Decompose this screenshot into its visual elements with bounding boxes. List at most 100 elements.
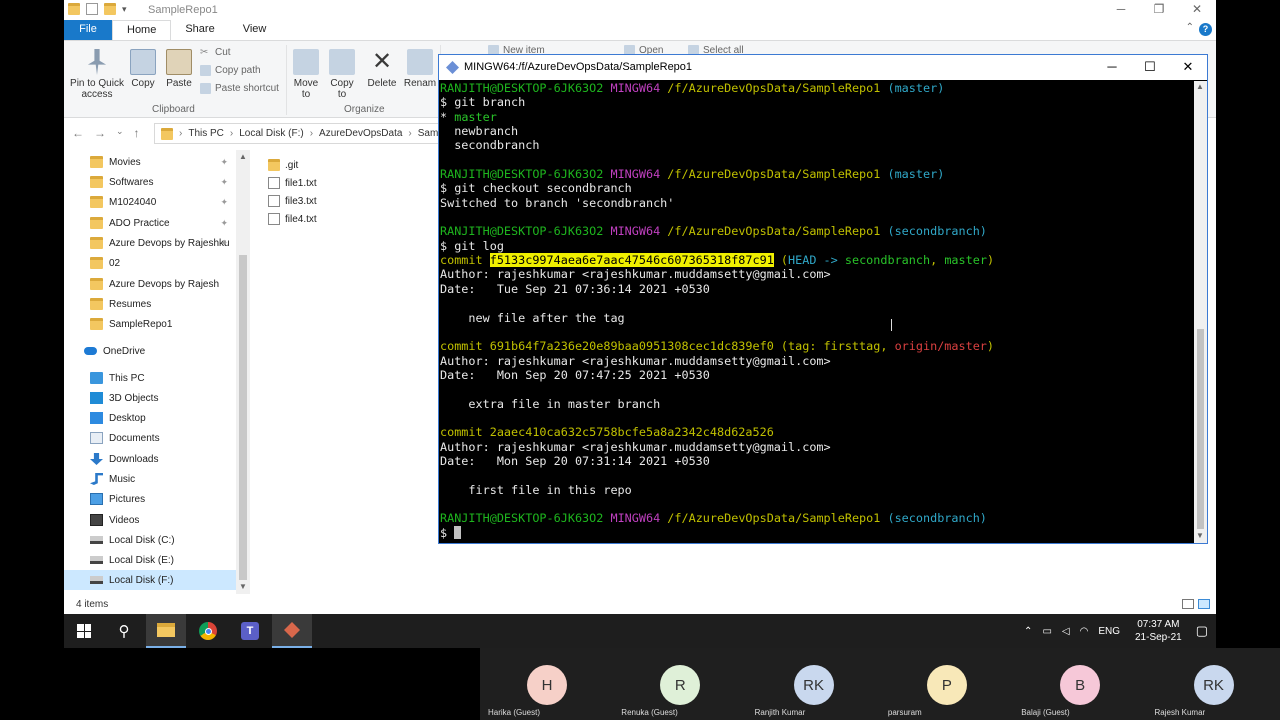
participant-tile[interactable]: RK Rajesh Kumar (1147, 648, 1280, 720)
status-bar: 4 items (64, 596, 1216, 614)
show-hidden-icons-icon[interactable]: ⌃ (1024, 626, 1032, 637)
terminal-output[interactable]: RANJITH@DESKTOP-6JK63O2 MINGW64 /f/Azure… (440, 81, 1193, 543)
close-icon[interactable]: ✕ (1169, 55, 1207, 80)
minimize-icon[interactable]: ─ (1093, 55, 1131, 80)
participant-tile[interactable]: R Renuka (Guest) (613, 648, 746, 720)
collapse-ribbon-icon[interactable]: ⌃ (1186, 22, 1194, 33)
cut-button[interactable]: ✂ Cut (200, 47, 231, 58)
terminal-scroll-thumb[interactable] (1197, 329, 1204, 529)
maximize-icon[interactable]: ☐ (1131, 55, 1169, 80)
search-button[interactable]: ⚲ (104, 614, 144, 648)
breadcrumb-samplerepo[interactable]: Sam (418, 128, 439, 139)
file-list-item[interactable]: file4.txt (268, 210, 317, 228)
terminal-text: MINGW64 (610, 511, 668, 526)
battery-icon[interactable]: ▭ (1042, 626, 1051, 637)
taskbar-git-bash[interactable] (272, 614, 312, 648)
address-bar[interactable]: › This PC › Local Disk (F:) › AzureDevOp… (154, 123, 444, 144)
notifications-icon[interactable]: ▢ (1196, 623, 1208, 639)
copy-icon (130, 49, 156, 75)
copy-path-button[interactable]: Copy path (200, 65, 261, 76)
paste-button[interactable]: Paste (164, 49, 194, 89)
delete-button[interactable]: ✕ Delete (364, 49, 400, 90)
nav-item[interactable]: This PC (64, 368, 236, 388)
wifi-icon[interactable]: ◠ (1080, 626, 1089, 637)
file-list-item[interactable]: file3.txt (268, 192, 317, 210)
nav-item[interactable]: Movies ✦ (64, 152, 236, 172)
file-list-item[interactable]: .git (268, 156, 317, 174)
minimize-icon[interactable]: ─ (1102, 0, 1140, 20)
scroll-up-icon[interactable]: ▲ (239, 152, 247, 161)
large-icons-view-icon[interactable] (1198, 599, 1210, 609)
nav-item[interactable]: OneDrive (64, 341, 236, 361)
scroll-down-icon[interactable]: ▼ (239, 582, 247, 591)
nav-item[interactable]: Local Disk (E:) (64, 550, 236, 570)
tab-home[interactable]: Home (112, 20, 172, 40)
nav-item[interactable]: Desktop (64, 408, 236, 428)
participant-tile[interactable]: Pparsuram (880, 648, 1013, 720)
copy-button[interactable]: Copy (128, 49, 158, 89)
details-view-icon[interactable] (1182, 599, 1194, 609)
nav-item[interactable]: Videos (64, 510, 236, 530)
properties-icon[interactable] (86, 3, 98, 15)
scroll-down-icon[interactable]: ▼ (1196, 531, 1204, 540)
new-folder-icon[interactable] (104, 3, 116, 15)
participant-tile[interactable]: B Balaji (Guest) (1013, 648, 1146, 720)
nav-item-label: Azure Devops by Rajeshku (109, 237, 230, 249)
help-icon[interactable]: ? (1199, 23, 1212, 36)
nav-item[interactable]: Local Disk (C:) (64, 530, 236, 550)
terminal-text: HEAD -> (788, 253, 845, 268)
breadcrumb-azuredevopsdata[interactable]: AzureDevOpsData (319, 128, 402, 139)
terminal-text: f5133c9974aea6e7aac47546c607365318f87c91 (489, 253, 774, 268)
breadcrumb-local-disk[interactable]: Local Disk (F:) (239, 128, 303, 139)
forward-arrow-icon[interactable]: → (94, 126, 106, 140)
nav-item[interactable]: Local Disk (F:) (64, 570, 236, 590)
nav-item[interactable]: 02 (64, 253, 236, 273)
terminal-text: tag: firsttag (788, 339, 881, 354)
desktop-icon (90, 412, 103, 424)
nav-scroll-thumb[interactable] (239, 255, 247, 580)
recent-chevron-icon[interactable]: ⌄ (116, 126, 124, 140)
nav-item[interactable]: Azure Devops by Rajesh (64, 274, 236, 294)
taskbar-file-explorer[interactable] (146, 614, 186, 648)
nav-item[interactable]: Azure Devops by Rajeshku ✦ (64, 233, 236, 253)
speaker-icon[interactable]: ◁ (1062, 626, 1070, 637)
nav-item[interactable]: Resumes (64, 294, 236, 314)
restore-icon[interactable]: ❐ (1140, 0, 1178, 20)
start-button[interactable] (64, 614, 104, 648)
nav-item[interactable]: ADO Practice ✦ (64, 213, 236, 233)
clock[interactable]: 07:37 AM 21-Sep-21 (1135, 618, 1182, 644)
tab-share[interactable]: Share (171, 20, 228, 40)
move-to-button[interactable]: Move to (290, 49, 322, 100)
close-icon[interactable]: ✕ (1178, 0, 1216, 20)
paste-shortcut-icon (200, 83, 211, 94)
pin-quick-access-button[interactable]: Pin to Quick access (70, 49, 124, 100)
nav-item[interactable]: Downloads (64, 449, 236, 469)
scroll-up-icon[interactable]: ▲ (1196, 82, 1204, 91)
nav-item[interactable]: 3D Objects (64, 388, 236, 408)
breadcrumb-this-pc[interactable]: This PC (188, 128, 224, 139)
taskbar-chrome[interactable] (188, 614, 228, 648)
rename-button[interactable]: Renam (402, 49, 438, 89)
nav-item[interactable]: SampleRepo1 (64, 314, 236, 334)
nav-item[interactable]: M1024040 ✦ (64, 192, 236, 212)
nav-item[interactable]: Documents (64, 428, 236, 448)
participant-tile[interactable]: H Harika (Guest) (480, 648, 613, 720)
language-indicator[interactable]: ENG (1098, 626, 1120, 637)
tab-file[interactable]: File (64, 20, 112, 40)
taskbar-teams[interactable]: T (230, 614, 270, 648)
customize-qa-chevron-icon[interactable]: ▾ (122, 4, 127, 15)
participant-tile[interactable]: RK Ranjith Kumar (747, 648, 880, 720)
terminal-text: Switched to branch 'secondbranch' (440, 195, 675, 210)
terminal-scrollbar[interactable]: ▲ ▼ (1194, 81, 1207, 543)
nav-scrollbar[interactable]: ▲ ▼ (236, 150, 250, 594)
up-arrow-icon[interactable]: ↑ (134, 126, 140, 140)
file-list-item[interactable]: file1.txt (268, 174, 317, 192)
nav-item[interactable]: Music (64, 469, 236, 489)
paste-shortcut-button[interactable]: Paste shortcut (200, 83, 279, 94)
copy-to-button[interactable]: Copy to (326, 49, 358, 100)
back-arrow-icon[interactable]: ← (72, 126, 84, 140)
nav-item[interactable]: Pictures (64, 489, 236, 509)
nav-item[interactable]: Softwares ✦ (64, 172, 236, 192)
tab-view[interactable]: View (229, 20, 281, 40)
drive-icon (90, 576, 103, 584)
